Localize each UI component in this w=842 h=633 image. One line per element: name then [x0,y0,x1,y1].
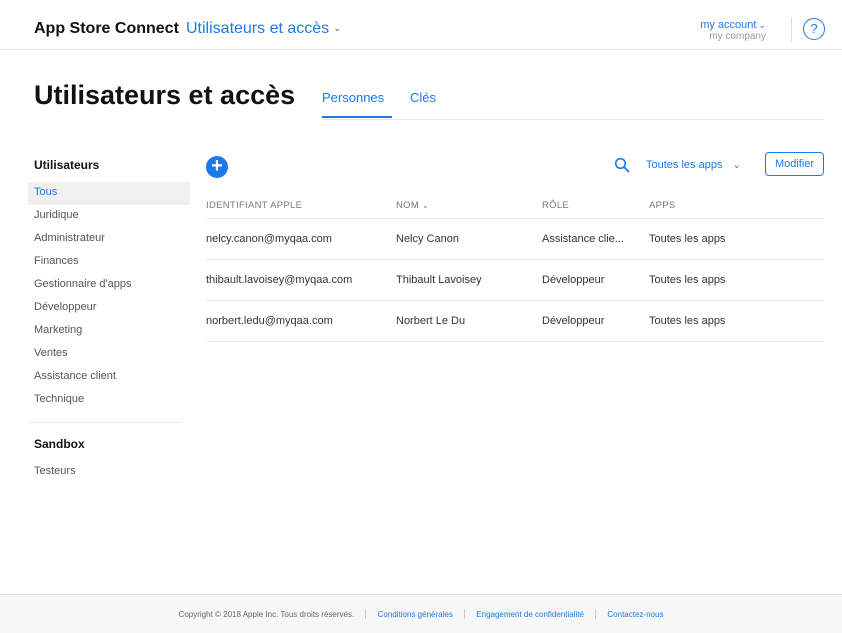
copyright-text: Copyright © 2018 Apple Inc. Tous droits … [178,610,355,619]
column-header-role[interactable]: RÔLE [542,192,569,219]
cell-role: Assistance clie... [542,233,624,245]
sidebar-item-gestionnaire-apps[interactable]: Gestionnaire d'apps [28,274,190,297]
chevron-down-icon: ⌄ [333,23,342,34]
cell-name: Thibault Lavoisey [396,274,482,286]
sidebar-heading-sandbox: Sandbox [34,437,85,451]
search-icon[interactable] [614,157,630,173]
divider [322,119,824,120]
help-icon[interactable]: ? [803,18,825,40]
column-header-apps[interactable]: APPS [649,192,676,219]
chevron-down-icon: ⌄ [732,160,741,171]
cell-name: Norbert Le Du [396,315,466,327]
sidebar-sandbox-list: Testeurs [28,461,190,484]
sidebar-item-ventes[interactable]: Ventes [28,343,190,366]
cell-name: Nelcy Canon [396,233,459,245]
tab-cles[interactable]: Clés [410,90,436,105]
cell-apple-id: norbert.ledu@myqaa.com [206,315,333,327]
divider [464,609,466,619]
divider [791,18,792,42]
divider [595,609,597,619]
add-user-button[interactable]: + [206,156,228,178]
table-row[interactable]: norbert.ledu@myqaa.com Norbert Le Du Dév… [206,301,824,342]
divider [28,422,182,423]
active-tab-indicator [322,116,392,118]
cell-role: Développeur [542,274,605,286]
table-row[interactable]: nelcy.canon@myqaa.com Nelcy Canon Assist… [206,219,824,260]
sidebar-user-list: Tous Juridique Administrateur Finances G… [28,182,190,412]
cell-apple-id: nelcy.canon@myqaa.com [206,233,332,245]
column-header-name[interactable]: NOM ⌄ [396,192,429,219]
apps-filter-label: Toutes les apps [646,159,723,171]
sidebar-item-assistance-client[interactable]: Assistance client [28,366,190,389]
table-header-row: IDENTIFIANT APPLE NOM ⌄ RÔLE APPS [206,192,824,219]
sidebar-item-testeurs[interactable]: Testeurs [28,461,190,484]
edit-button[interactable]: Modifier [765,152,824,176]
section-switcher-label: Utilisateurs et accès [186,20,330,37]
cell-role: Développeur [542,315,605,327]
cell-apple-id: thibault.lavoisey@myqaa.com [206,274,353,286]
section-switcher[interactable]: Utilisateurs et accès ⌄ [186,20,342,38]
sidebar-item-juridique[interactable]: Juridique [28,205,190,228]
page-title: Utilisateurs et accès [34,80,296,110]
sidebar: Utilisateurs Tous Juridique Administrate… [28,150,190,484]
sort-chevron-icon: ⌄ [422,201,430,210]
terms-link[interactable]: Conditions générales [378,610,453,619]
sidebar-item-tous[interactable]: Tous [28,182,190,205]
sidebar-item-administrateur[interactable]: Administrateur [28,228,190,251]
column-header-name-label: NOM [396,200,420,211]
tab-personnes[interactable]: Personnes [322,90,384,105]
table-row[interactable]: thibault.lavoisey@myqaa.com Thibault Lav… [206,260,824,301]
chevron-down-icon: ⌄ [758,20,766,30]
sidebar-item-developpeur[interactable]: Développeur [28,297,190,320]
sidebar-item-technique[interactable]: Technique [28,389,190,412]
divider [365,609,367,619]
cell-apps: Toutes les apps [649,274,726,286]
users-table: IDENTIFIANT APPLE NOM ⌄ RÔLE APPS nelcy.c… [206,192,824,342]
account-name: my account [700,19,757,31]
footer: Copyright © 2018 Apple Inc. Tous droits … [0,594,842,633]
account-company: my company [709,31,766,42]
sidebar-item-finances[interactable]: Finances [28,251,190,274]
contact-link[interactable]: Contactez-nous [607,610,663,619]
cell-apps: Toutes les apps [649,233,726,245]
privacy-link[interactable]: Engagement de confidentialité [476,610,584,619]
cell-apps: Toutes les apps [649,315,726,327]
sidebar-heading-utilisateurs: Utilisateurs [34,158,100,172]
account-menu[interactable]: my account ⌄ my company [700,19,766,43]
app-brand[interactable]: App Store Connect [34,20,179,38]
sidebar-item-marketing[interactable]: Marketing [28,320,190,343]
column-header-apple-id[interactable]: IDENTIFIANT APPLE [206,192,302,219]
top-bar: App Store Connect Utilisateurs et accès ⌄… [0,0,842,50]
apps-filter-dropdown[interactable]: Toutes les apps ⌄ [646,159,741,171]
footer-content: Copyright © 2018 Apple Inc. Tous droits … [0,609,842,619]
